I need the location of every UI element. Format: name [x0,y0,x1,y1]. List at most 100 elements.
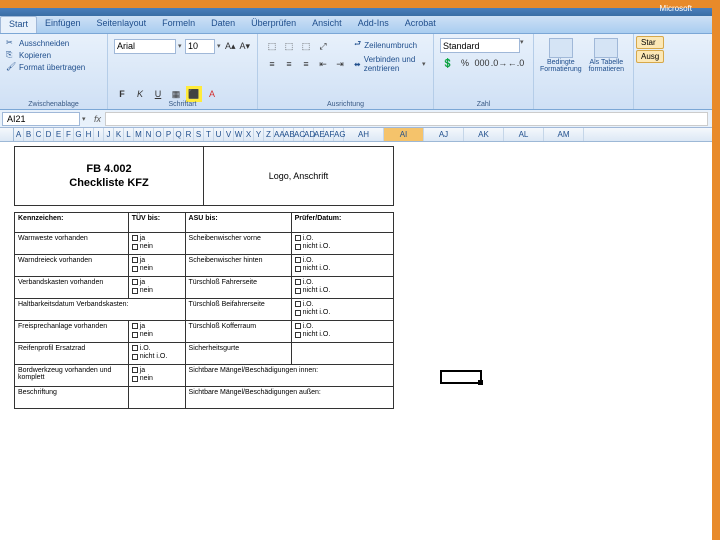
format-as-table-button[interactable]: Als Tabelle formatieren [586,38,627,73]
col-header[interactable]: AF [324,128,334,141]
col-header[interactable]: AL [504,128,544,141]
col-header[interactable]: AH [344,128,384,141]
chevron-down-icon[interactable]: ▾ [520,38,527,53]
yn-cell[interactable]: janein [128,365,185,387]
fx-icon[interactable]: fx [90,114,105,124]
grow-font-button[interactable]: A▴ [224,38,237,54]
tab-start[interactable]: Start [0,16,37,33]
col-header[interactable]: AC [294,128,304,141]
col-header[interactable]: N [144,128,154,141]
io-cell[interactable]: i.O.nicht i.O. [291,299,393,321]
align-left-button[interactable]: ≡ [264,56,280,72]
col-header[interactable]: R [184,128,194,141]
col-header[interactable]: Q [174,128,184,141]
col-header[interactable]: AD [304,128,314,141]
col-header[interactable]: D [44,128,54,141]
col-header[interactable]: W [234,128,244,141]
formula-input[interactable] [105,112,708,126]
col-header[interactable]: AA [274,128,284,141]
yn-cell[interactable]: janein [128,233,185,255]
col-header[interactable]: G [74,128,84,141]
tab-daten[interactable]: Daten [203,16,243,33]
col-header[interactable]: E [54,128,64,141]
col-header[interactable]: Y [254,128,264,141]
col-header[interactable]: J [104,128,114,141]
col-header[interactable]: C [34,128,44,141]
col-header[interactable]: K [114,128,124,141]
yn-cell[interactable]: janein [128,277,185,299]
number-format-select[interactable] [440,38,520,53]
font-color-button[interactable]: A [204,86,220,102]
col-header[interactable]: T [204,128,214,141]
col-header[interactable]: U [214,128,224,141]
col-header[interactable]: AM [544,128,584,141]
col-header[interactable]: L [124,128,134,141]
chevron-down-icon[interactable]: ▾ [178,42,183,50]
col-header[interactable]: H [84,128,94,141]
percent-button[interactable]: % [457,55,473,71]
align-middle-button[interactable]: ⬚ [281,38,297,54]
chevron-down-icon[interactable]: ▾ [82,115,90,123]
thousands-button[interactable]: 000 [474,55,490,71]
col-header-selected[interactable]: AI [384,128,424,141]
font-size-select[interactable] [185,39,215,54]
col-header[interactable]: P [164,128,174,141]
indent-inc-button[interactable]: ⇥ [332,56,348,72]
tab-acrobat[interactable]: Acrobat [397,16,444,33]
col-header[interactable]: S [194,128,204,141]
align-right-button[interactable]: ≡ [298,56,314,72]
underline-button[interactable]: U [150,86,166,102]
name-box[interactable] [2,112,80,126]
cut-button[interactable]: ✂Ausschneiden [6,38,101,48]
col-header[interactable]: AJ [424,128,464,141]
selected-cell[interactable] [440,370,482,384]
merge-center-button[interactable]: ⬌Verbinden und zentrieren▾ [354,55,427,73]
align-top-button[interactable]: ⬚ [264,38,280,54]
wrap-text-button[interactable]: ⮐Zeilenumbruch [354,38,427,52]
format-painter-button[interactable]: 🖌Format übertragen [6,62,101,72]
align-bottom-button[interactable]: ⬚ [298,38,314,54]
tab-einfuegen[interactable]: Einfügen [37,16,89,33]
ribbon-right-button-1[interactable]: Star [636,36,664,49]
bold-button[interactable]: F [114,86,130,102]
select-all-button[interactable] [0,128,14,141]
shrink-font-button[interactable]: A▾ [238,38,251,54]
col-header[interactable]: AE [314,128,324,141]
col-header[interactable]: I [94,128,104,141]
col-header[interactable]: X [244,128,254,141]
copy-button[interactable]: ⎘Kopieren [6,50,101,60]
io-cell[interactable]: i.O.nicht i.O. [291,233,393,255]
orientation-button[interactable]: ⤢ [315,38,331,54]
col-header[interactable]: V [224,128,234,141]
tab-ueberpruefen[interactable]: Überprüfen [243,16,304,33]
decimal-inc-button[interactable]: .0→ [491,55,507,71]
tab-seitenlayout[interactable]: Seitenlayout [89,16,155,33]
font-name-select[interactable] [114,39,176,54]
col-header[interactable]: O [154,128,164,141]
chevron-down-icon[interactable]: ▾ [217,42,222,50]
col-header[interactable]: F [64,128,74,141]
tab-ansicht[interactable]: Ansicht [304,16,350,33]
ribbon-right-button-2[interactable]: Ausg [636,50,664,63]
io-cell[interactable]: i.O.nicht i.O. [291,255,393,277]
align-center-button[interactable]: ≡ [281,56,297,72]
tab-addins[interactable]: Add-Ins [350,16,397,33]
fill-handle[interactable] [478,380,483,385]
currency-button[interactable]: 💲 [440,55,456,71]
io-cell[interactable]: i.O.nicht i.O. [291,321,393,343]
fill-color-button[interactable]: ⬛ [186,86,202,102]
col-header[interactable]: B [24,128,34,141]
col-header[interactable]: M [134,128,144,141]
italic-button[interactable]: K [132,86,148,102]
indent-dec-button[interactable]: ⇤ [315,56,331,72]
col-header[interactable]: AB [284,128,294,141]
col-header[interactable]: AK [464,128,504,141]
decimal-dec-button[interactable]: ←.0 [508,55,524,71]
yn-cell[interactable]: janein [128,321,185,343]
border-button[interactable]: ▦ [168,86,184,102]
io-cell[interactable]: i.O.nicht i.O. [128,343,185,365]
io-cell[interactable]: i.O.nicht i.O. [291,277,393,299]
col-header[interactable]: A [14,128,24,141]
tab-formeln[interactable]: Formeln [154,16,203,33]
yn-cell[interactable]: janein [128,255,185,277]
